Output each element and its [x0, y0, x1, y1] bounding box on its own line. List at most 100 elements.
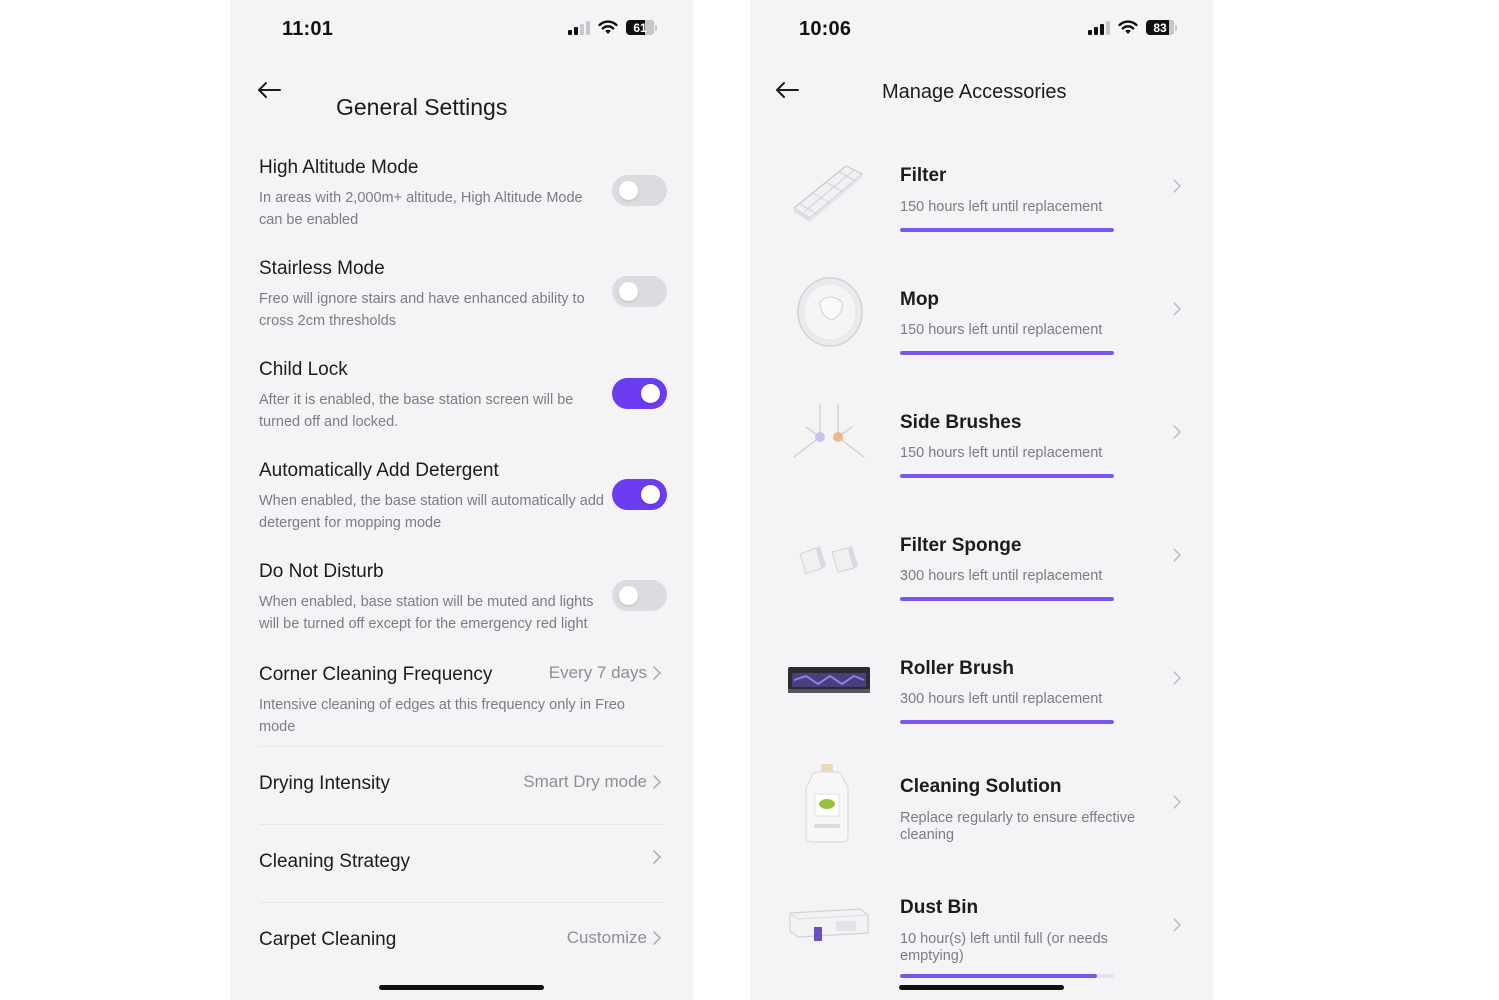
home-indicator[interactable]	[379, 985, 544, 990]
side-brush-icon	[793, 404, 865, 458]
setting-value: Customize	[567, 928, 661, 948]
accessory-name: Roller Brush	[900, 658, 1015, 679]
remaining-life-fill	[900, 597, 1114, 601]
accessory-item-filter-sponge[interactable]: Filter Sponge 300 hours left until repla…	[750, 504, 1213, 614]
setting-description: When enabled, base station will be muted…	[259, 594, 594, 632]
corner-frequency-value: Every 7 days	[548, 663, 647, 682]
status-icons: 61	[568, 20, 657, 35]
accessory-name: Mop	[900, 289, 940, 310]
setting-drying-intensity[interactable]: Drying Intensity Smart Dry mode	[259, 772, 667, 802]
wifi-icon	[598, 20, 618, 34]
accessory-status: 300 hours left until replacement	[900, 568, 1103, 584]
child-lock-toggle[interactable]	[612, 378, 667, 409]
accessory-status: Replace regularly to ensure effective cl…	[900, 810, 1136, 843]
accessory-status: 150 hours left until replacement	[900, 445, 1103, 461]
chevron-right-icon	[1173, 671, 1181, 685]
chevron-right-icon	[1173, 179, 1181, 193]
accessory-item-roller-brush[interactable]: Roller Brush 300 hours left until replac…	[750, 627, 1213, 737]
setting-description: When enabled, the base station will auto…	[259, 493, 604, 531]
divider	[259, 746, 665, 747]
page-title: General Settings	[336, 94, 508, 120]
remaining-life-fill	[900, 351, 1114, 355]
chevron-right-icon	[653, 666, 661, 680]
setting-title: High Altitude Mode	[259, 157, 419, 178]
sponge-icon	[799, 546, 858, 575]
accessory-item-dust-bin[interactable]: Dust Bin 10 hour(s) left until full (or …	[750, 873, 1213, 983]
remaining-life-fill	[900, 720, 1114, 724]
accessory-item-cleaning-solution[interactable]: Cleaning Solution Replace regularly to e…	[750, 750, 1213, 860]
setting-title: Automatically Add Detergent	[259, 460, 499, 481]
setting-description: Intensive cleaning of edges at this freq…	[259, 697, 625, 735]
setting-stairless-mode: Stairless Mode Freo will ignore stairs a…	[259, 257, 667, 337]
cellular-signal-icon	[568, 20, 590, 35]
accessory-item-side-brushes[interactable]: Side Brushes 150 hours left until replac…	[750, 381, 1213, 491]
accessory-status: 150 hours left until replacement	[900, 199, 1103, 215]
status-time: 10:06	[799, 18, 852, 40]
drying-intensity-value: Smart Dry mode	[523, 772, 647, 791]
back-button[interactable]	[774, 78, 804, 102]
remaining-life-bar	[900, 720, 1114, 724]
remaining-life-fill	[900, 474, 1114, 478]
accessory-name: Dust Bin	[900, 897, 979, 918]
accessory-item-filter[interactable]: Filter 150 hours left until replacement	[750, 135, 1213, 245]
chevron-right-icon	[1173, 795, 1181, 809]
wifi-icon	[1118, 20, 1138, 34]
high-altitude-toggle[interactable]	[612, 175, 667, 206]
back-button[interactable]	[256, 78, 286, 102]
battery-indicator: 83	[1146, 20, 1177, 35]
remaining-life-bar	[900, 351, 1114, 355]
accessory-name: Side Brushes	[900, 412, 1022, 433]
chevron-right-icon	[1173, 548, 1181, 562]
remaining-life-bar	[900, 474, 1114, 478]
setting-value	[647, 850, 661, 864]
accessory-status: 150 hours left until replacement	[900, 322, 1103, 338]
general-settings-screen: 11:01 61 General Settings High Altitude …	[230, 0, 693, 1000]
accessory-status: 10 hour(s) left until full (or needs emp…	[900, 931, 1108, 964]
setting-title: Stairless Mode	[259, 258, 385, 279]
setting-title: Child Lock	[259, 359, 348, 380]
battery-empty-portion	[1169, 20, 1174, 35]
stairless-mode-toggle[interactable]	[612, 276, 667, 307]
roller-brush-icon	[788, 667, 870, 693]
remaining-life-bar	[900, 228, 1114, 232]
remaining-life-bar	[900, 974, 1114, 978]
auto-add-detergent-toggle[interactable]	[612, 479, 667, 510]
back-arrow-icon	[776, 82, 799, 98]
setting-cleaning-strategy[interactable]: Cleaning Strategy	[259, 850, 667, 880]
setting-title: Do Not Disturb	[259, 561, 384, 582]
back-arrow-icon	[258, 82, 281, 98]
setting-do-not-disturb: Do Not Disturb When enabled, base statio…	[259, 560, 667, 640]
do-not-disturb-toggle[interactable]	[612, 580, 667, 611]
setting-child-lock: Child Lock After it is enabled, the base…	[259, 358, 667, 438]
setting-value: Smart Dry mode	[523, 772, 661, 792]
setting-corner-cleaning-frequency[interactable]: Corner Cleaning Frequency Intensive clea…	[259, 663, 667, 743]
divider	[259, 902, 665, 903]
chevron-right-icon	[653, 775, 661, 789]
setting-value: Every 7 days	[549, 663, 661, 683]
accessory-item-mop[interactable]: Mop 150 hours left until replacement	[750, 258, 1213, 368]
setting-high-altitude-mode: High Altitude Mode In areas with 2,000m+…	[259, 156, 667, 236]
accessory-name: Filter	[900, 165, 947, 186]
cellular-signal-icon	[1088, 20, 1110, 35]
accessory-name: Filter Sponge	[900, 535, 1022, 556]
status-bar: 11:01 61	[230, 0, 693, 60]
chevron-right-icon	[1173, 918, 1181, 932]
manage-accessories-screen: 10:06 83 Manage Accessories Filter 150 h…	[750, 0, 1213, 1000]
chevron-right-icon	[1173, 425, 1181, 439]
battery-indicator: 61	[626, 20, 657, 35]
dust-bin-icon	[789, 908, 869, 941]
remaining-life-fill	[900, 974, 1097, 978]
remaining-life-fill	[900, 228, 1114, 232]
setting-title: Cleaning Strategy	[259, 851, 411, 872]
status-time: 11:01	[282, 18, 334, 40]
home-indicator[interactable]	[899, 985, 1064, 990]
setting-description: In areas with 2,000m+ altitude, High Alt…	[259, 190, 583, 228]
setting-auto-add-detergent: Automatically Add Detergent When enabled…	[259, 459, 667, 539]
chevron-right-icon	[653, 931, 661, 945]
status-bar: 10:06 83	[750, 0, 1213, 60]
chevron-right-icon	[1173, 302, 1181, 316]
setting-carpet-cleaning[interactable]: Carpet Cleaning Customize	[259, 928, 667, 958]
page-title: Manage Accessories	[882, 81, 1067, 103]
setting-description: After it is enabled, the base station sc…	[259, 392, 574, 430]
accessory-status: 300 hours left until replacement	[900, 691, 1103, 707]
